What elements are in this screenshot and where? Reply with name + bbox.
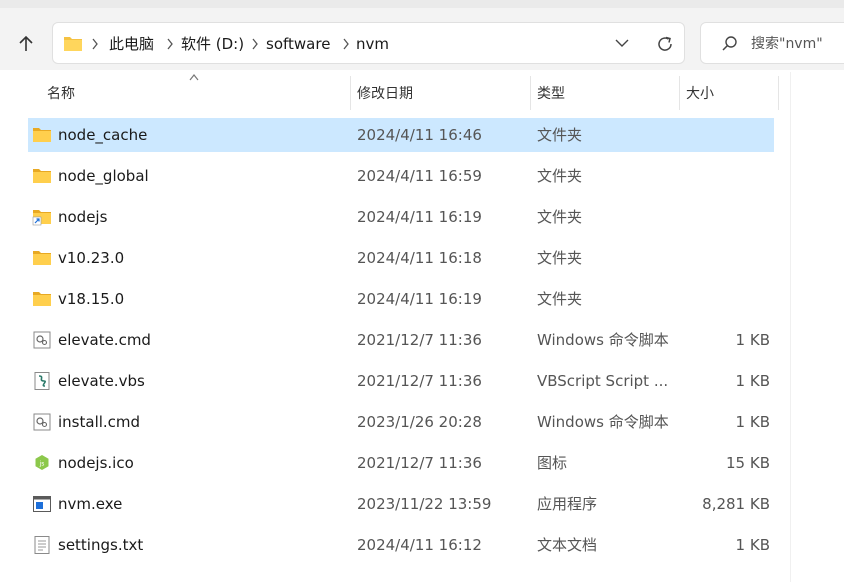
file-row[interactable]: nvm.exe 2023/11/22 13:59 应用程序 8,281 KB: [28, 487, 774, 521]
breadcrumb-drive-d[interactable]: 软件 (D:): [181, 23, 244, 65]
file-row[interactable]: elevate.vbs 2021/12/7 11:36 VBScript Scrip…: [28, 364, 774, 398]
file-date: 2023/11/22 13:59: [357, 495, 492, 513]
vbs-file-icon: [32, 372, 52, 390]
file-row[interactable]: node_cache 2024/4/11 16:46 文件夹: [28, 118, 774, 152]
folder-icon: [32, 249, 52, 267]
breadcrumb-software[interactable]: software: [266, 23, 330, 65]
folder-icon: [32, 167, 52, 185]
file-row[interactable]: install.cmd 2023/1/26 20:28 Windows 命令脚本 1 …: [28, 405, 774, 439]
column-header-type[interactable]: 类型: [537, 80, 565, 108]
file-size: 8,281 KB: [702, 495, 770, 513]
file-name: settings.txt: [58, 536, 144, 554]
breadcrumb-this-pc[interactable]: 此电脑: [109, 23, 154, 65]
text-file-icon: [32, 536, 52, 554]
column-divider[interactable]: [679, 76, 680, 110]
file-name: v18.15.0: [58, 290, 125, 308]
file-name: nodejs: [58, 208, 108, 226]
file-name: elevate.cmd: [58, 331, 151, 349]
folder-icon: [32, 290, 52, 308]
cmd-file-icon: [32, 413, 52, 431]
file-size: 15 KB: [726, 454, 770, 472]
file-type: VBScript Script ...: [537, 372, 669, 390]
column-header-date[interactable]: 修改日期: [357, 80, 413, 108]
file-name: v10.23.0: [58, 249, 125, 267]
refresh-icon[interactable]: [655, 34, 675, 54]
file-date: 2024/4/11 16:12: [357, 536, 482, 554]
file-date: 2024/4/11 16:19: [357, 208, 482, 226]
file-size: 1 KB: [735, 536, 770, 554]
file-size: 1 KB: [735, 413, 770, 431]
file-type: 文件夹: [537, 167, 583, 185]
file-type: 文本文档: [537, 536, 598, 554]
file-row[interactable]: v10.23.0 2024/4/11 16:18 文件夹: [28, 241, 774, 275]
file-type: 文件夹: [537, 126, 583, 144]
column-divider[interactable]: [350, 76, 351, 110]
chevron-right-icon: [343, 38, 349, 50]
folder-shortcut-icon: [32, 208, 52, 226]
chevron-right-icon: [167, 38, 173, 50]
file-date: 2024/4/11 16:18: [357, 249, 482, 267]
file-row[interactable]: elevate.cmd 2021/12/7 11:36 Windows 命令脚本 1 …: [28, 323, 774, 357]
file-name: nvm.exe: [58, 495, 123, 513]
chevron-down-icon[interactable]: [615, 39, 629, 48]
file-size: 1 KB: [735, 331, 770, 349]
chevron-right-icon: [92, 38, 98, 50]
file-date: 2023/1/26 20:28: [357, 413, 482, 431]
up-button[interactable]: [10, 28, 42, 60]
file-row[interactable]: v18.15.0 2024/4/11 16:19 文件夹: [28, 282, 774, 316]
file-type: 文件夹: [537, 208, 583, 226]
chevron-right-icon: [252, 38, 258, 50]
file-date: 2024/4/11 16:59: [357, 167, 482, 185]
folder-icon: [64, 37, 82, 51]
file-row[interactable]: settings.txt 2024/4/11 16:12 文本文档 1 KB: [28, 528, 774, 562]
file-name: node_global: [58, 167, 149, 185]
breadcrumb-nvm[interactable]: nvm: [356, 23, 389, 65]
file-type: 文件夹: [537, 249, 583, 267]
file-name: install.cmd: [58, 413, 141, 431]
toolbar-top-edge: [0, 0, 844, 8]
file-name: elevate.vbs: [58, 372, 145, 390]
file-date: 2021/12/7 11:36: [357, 372, 482, 390]
column-header-size[interactable]: 大小: [686, 80, 714, 108]
arrow-up-icon: [19, 35, 33, 51]
column-header-name[interactable]: 名称: [47, 80, 75, 108]
search-icon: [722, 36, 737, 51]
file-type: 文件夹: [537, 290, 583, 308]
pane-edge: [790, 72, 791, 582]
file-size: 1 KB: [735, 372, 770, 390]
file-row[interactable]: js nodejs.ico 2021/12/7 11:36 图标 15 KB: [28, 446, 774, 480]
file-name: nodejs.ico: [58, 454, 134, 472]
search-box[interactable]: 搜索"nvm": [700, 22, 844, 64]
sort-ascending-icon: [189, 74, 199, 81]
exe-file-icon: [32, 495, 52, 513]
file-type: Windows 命令脚本: [537, 413, 669, 431]
column-divider[interactable]: [778, 76, 779, 110]
file-date: 2024/4/11 16:46: [357, 126, 482, 144]
file-date: 2021/12/7 11:36: [357, 454, 482, 472]
file-date: 2021/12/7 11:36: [357, 331, 482, 349]
file-row[interactable]: node_global 2024/4/11 16:59 文件夹: [28, 159, 774, 193]
file-date: 2024/4/11 16:19: [357, 290, 482, 308]
column-divider[interactable]: [530, 76, 531, 110]
file-type: 应用程序: [537, 495, 598, 513]
file-row[interactable]: nodejs 2024/4/11 16:19 文件夹: [28, 200, 774, 234]
svg-text:js: js: [39, 461, 45, 468]
address-bar[interactable]: 此电脑 软件 (D:) software nvm: [52, 22, 685, 64]
search-placeholder: 搜索"nvm": [751, 36, 823, 52]
cmd-file-icon: [32, 331, 52, 349]
file-type: 图标: [537, 454, 568, 472]
folder-icon: [32, 126, 52, 144]
file-type: Windows 命令脚本: [537, 331, 669, 349]
file-name: node_cache: [58, 126, 148, 144]
nodejs-ico-icon: js: [32, 454, 52, 472]
